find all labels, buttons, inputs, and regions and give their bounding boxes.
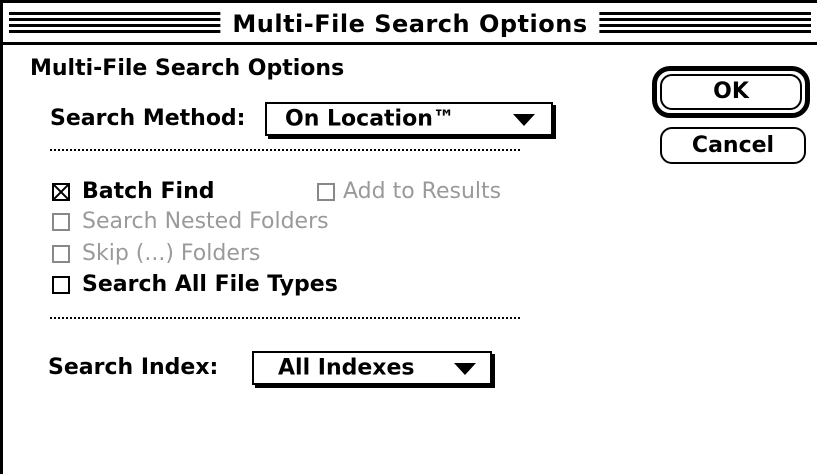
dialog-heading: Multi-File Search Options bbox=[30, 56, 345, 81]
search-nested-folders-checkbox[interactable]: Search Nested Folders bbox=[52, 209, 412, 235]
search-nested-folders-label: Search Nested Folders bbox=[82, 209, 329, 234]
skip-folders-label: Skip (...) Folders bbox=[82, 241, 261, 266]
checkbox-checked-icon bbox=[52, 183, 70, 201]
cancel-button[interactable]: Cancel bbox=[660, 127, 806, 164]
checkbox-unchecked-icon bbox=[52, 276, 70, 294]
batch-find-checkbox[interactable]: Batch Find bbox=[52, 179, 282, 205]
checkbox-unchecked-icon bbox=[52, 213, 70, 231]
search-index-value: All Indexes bbox=[278, 355, 415, 381]
search-method-label: Search Method: bbox=[50, 106, 246, 131]
add-to-results-checkbox[interactable]: Add to Results bbox=[317, 179, 547, 205]
search-index-label: Search Index: bbox=[48, 355, 219, 380]
ok-button[interactable]: OK bbox=[660, 74, 802, 110]
divider-bottom bbox=[50, 317, 520, 319]
chevron-down-icon bbox=[454, 363, 476, 375]
batch-find-label: Batch Find bbox=[82, 179, 215, 204]
checkbox-unchecked-icon bbox=[317, 183, 335, 201]
skip-folders-checkbox[interactable]: Skip (...) Folders bbox=[52, 241, 352, 267]
search-method-value: On Location™ bbox=[285, 106, 455, 132]
checkbox-unchecked-icon bbox=[52, 245, 70, 263]
search-method-popup[interactable]: On Location™ bbox=[265, 102, 553, 136]
window-title: Multi-File Search Options bbox=[220, 6, 600, 42]
divider-top bbox=[50, 149, 520, 151]
chevron-down-icon bbox=[513, 114, 535, 126]
search-all-file-types-checkbox[interactable]: Search All File Types bbox=[52, 272, 382, 298]
search-index-popup[interactable]: All Indexes bbox=[252, 351, 492, 385]
search-all-file-types-label: Search All File Types bbox=[82, 272, 338, 297]
title-bar[interactable]: Multi-File Search Options bbox=[3, 3, 817, 45]
add-to-results-label: Add to Results bbox=[343, 179, 502, 204]
